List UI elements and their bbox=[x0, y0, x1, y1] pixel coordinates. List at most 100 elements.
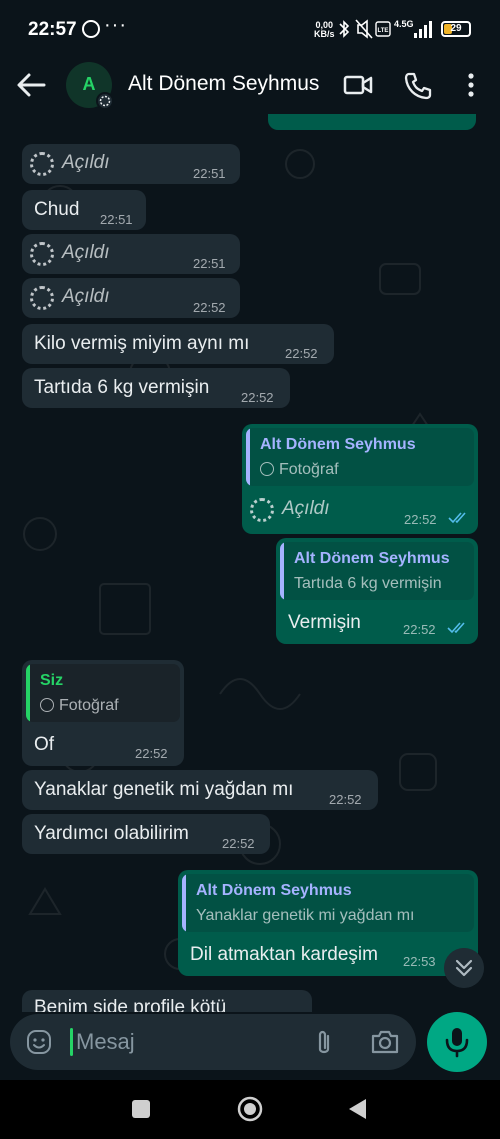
contact-name[interactable]: Alt Dönem Seyhmus bbox=[128, 72, 319, 96]
message-text: Açıldı bbox=[62, 152, 110, 173]
quoted-text: Tartıda 6 kg vermişin bbox=[294, 575, 442, 592]
voice-call-button[interactable] bbox=[402, 70, 434, 100]
emoji-button[interactable] bbox=[26, 1029, 52, 1055]
message-bubble-incoming[interactable]: Kilo vermiş miyim aynı mı 22:52 bbox=[22, 324, 334, 364]
quoted-text: Yanaklar genetik mi yağdan mı bbox=[196, 907, 415, 924]
camera-button[interactable] bbox=[370, 1029, 400, 1055]
quoted-sender: Alt Dönem Seyhmus bbox=[260, 436, 416, 453]
battery-level: 29 bbox=[450, 23, 462, 34]
message-time: 22:51 bbox=[100, 212, 133, 227]
view-once-icon bbox=[30, 286, 54, 310]
mute-icon bbox=[355, 19, 373, 39]
quoted-sender: Alt Dönem Seyhmus bbox=[196, 882, 352, 899]
text-cursor bbox=[70, 1028, 73, 1056]
message-bubble-outgoing[interactable]: Alt Dönem Seyhmus Tartıda 6 kg vermişin … bbox=[276, 538, 478, 644]
message-bubble-incoming[interactable]: Yardımcı olabilirim 22:52 bbox=[22, 814, 270, 854]
message-time: 22:53 bbox=[403, 954, 436, 969]
message-text: Benim side profile kötü bbox=[34, 997, 227, 1012]
network-speed: 0,00 KB/s bbox=[314, 21, 335, 39]
quoted-text: Fotoğraf bbox=[40, 697, 119, 715]
video-call-button[interactable] bbox=[342, 70, 374, 100]
svg-text:LTE: LTE bbox=[378, 28, 389, 34]
message-time: 22:52 bbox=[241, 390, 274, 405]
message-text: Chud bbox=[34, 199, 80, 220]
message-list[interactable]: Açıldı 22:51 Chud 22:51 Açıldı 22:51 Açı… bbox=[0, 114, 500, 1012]
quoted-message[interactable]: Alt Dönem Seyhmus Fotoğraf bbox=[246, 428, 474, 486]
message-text: Yanaklar genetik mi yağdan mı bbox=[34, 779, 294, 800]
message-text: Of bbox=[34, 734, 55, 755]
network-type: 4.5G bbox=[394, 19, 414, 29]
message-text: Tartıda 6 kg vermişin bbox=[34, 377, 210, 398]
message-bubble-outgoing[interactable]: Alt Dönem Seyhmus Yanaklar genetik mi ya… bbox=[178, 870, 478, 976]
nav-buttons bbox=[132, 1096, 366, 1122]
quoted-sender: Alt Dönem Seyhmus bbox=[294, 550, 450, 567]
scroll-to-bottom-button[interactable] bbox=[444, 948, 484, 988]
quoted-message[interactable]: Siz Fotoğraf bbox=[26, 664, 180, 722]
message-text: Kilo vermiş miyim aynı mı bbox=[34, 333, 250, 354]
message-bubble-incoming[interactable]: Yanaklar genetik mi yağdan mı 22:52 bbox=[22, 770, 378, 810]
message-bubble-outgoing-clipped[interactable] bbox=[268, 114, 476, 130]
disappearing-messages-icon bbox=[96, 92, 114, 110]
message-bubble-incoming[interactable]: Açıldı 22:52 bbox=[22, 278, 240, 318]
message-bubble-incoming[interactable]: Açıldı 22:51 bbox=[22, 144, 240, 184]
message-bubble-incoming[interactable]: Siz Fotoğraf Of 22:52 bbox=[22, 660, 184, 766]
message-text: Dil atmaktan kardeşim bbox=[190, 944, 378, 965]
more-notifications-icon: ··· bbox=[104, 14, 127, 36]
message-box[interactable] bbox=[10, 1014, 416, 1070]
composer bbox=[0, 1012, 500, 1080]
message-text: Açıldı bbox=[62, 242, 110, 263]
message-time: 22:51 bbox=[193, 166, 226, 181]
view-once-icon bbox=[250, 498, 274, 522]
message-text: Açıldı bbox=[282, 498, 330, 519]
message-time: 22:51 bbox=[193, 256, 226, 271]
voice-message-button[interactable] bbox=[427, 1012, 487, 1072]
status-bar: 22:57 ··· 0,00 KB/s LTE 4.5G 29 bbox=[0, 0, 500, 58]
message-time: 22:52 bbox=[404, 512, 437, 527]
quoted-sender: Siz bbox=[40, 672, 64, 689]
back-nav-button bbox=[349, 1099, 366, 1119]
message-input[interactable] bbox=[76, 1024, 306, 1060]
message-time: 22:52 bbox=[222, 836, 255, 851]
status-time: 22:57 bbox=[28, 19, 77, 40]
more-options-button[interactable] bbox=[455, 70, 487, 100]
quoted-text-value: Fotoğraf bbox=[59, 697, 119, 714]
signal-icon bbox=[414, 21, 432, 38]
network-speed-unit: KB/s bbox=[314, 29, 335, 39]
message-time: 22:52 bbox=[403, 622, 436, 637]
whatsapp-notification-icon bbox=[82, 20, 100, 38]
message-bubble-incoming[interactable]: Chud 22:51 bbox=[22, 190, 146, 230]
recents-button bbox=[132, 1100, 150, 1118]
bluetooth-icon bbox=[339, 20, 350, 38]
view-once-icon bbox=[30, 152, 54, 176]
volte-icon: LTE bbox=[375, 21, 391, 37]
chat-header: A Alt Dönem Seyhmus bbox=[0, 58, 500, 114]
microphone-icon bbox=[445, 1028, 469, 1058]
view-once-icon bbox=[30, 242, 54, 266]
avatar[interactable]: A bbox=[66, 62, 114, 110]
message-bubble-incoming[interactable]: Tartıda 6 kg vermişin 22:52 bbox=[22, 368, 290, 408]
view-once-icon bbox=[260, 462, 274, 476]
read-receipt-icon bbox=[447, 622, 465, 634]
message-time: 22:52 bbox=[193, 300, 226, 315]
message-bubble-outgoing[interactable]: Alt Dönem Seyhmus Fotoğraf Açıldı 22:52 bbox=[242, 424, 478, 534]
message-time: 22:52 bbox=[135, 746, 168, 761]
home-button bbox=[237, 1096, 263, 1122]
status-icons: LTE 4.5G bbox=[339, 19, 432, 39]
battery-icon: 29 bbox=[441, 21, 471, 37]
attach-button[interactable] bbox=[310, 1028, 338, 1058]
message-time: 22:52 bbox=[329, 792, 362, 807]
system-navigation-bar bbox=[0, 1080, 500, 1139]
read-receipt-icon bbox=[448, 512, 466, 524]
message-bubble-incoming[interactable]: Benim side profile kötü bbox=[22, 990, 312, 1012]
back-button[interactable] bbox=[14, 70, 48, 100]
quoted-message[interactable]: Alt Dönem Seyhmus Tartıda 6 kg vermişin bbox=[280, 542, 474, 600]
view-once-icon bbox=[40, 698, 54, 712]
quoted-text: Fotoğraf bbox=[260, 461, 339, 479]
message-text: Vermişin bbox=[288, 612, 361, 633]
quoted-text-value: Fotoğraf bbox=[279, 461, 339, 478]
message-time: 22:52 bbox=[285, 346, 318, 361]
message-text: Yardımcı olabilirim bbox=[34, 823, 189, 844]
quoted-message[interactable]: Alt Dönem Seyhmus Yanaklar genetik mi ya… bbox=[182, 874, 474, 932]
message-bubble-incoming[interactable]: Açıldı 22:51 bbox=[22, 234, 240, 274]
message-text: Açıldı bbox=[62, 286, 110, 307]
